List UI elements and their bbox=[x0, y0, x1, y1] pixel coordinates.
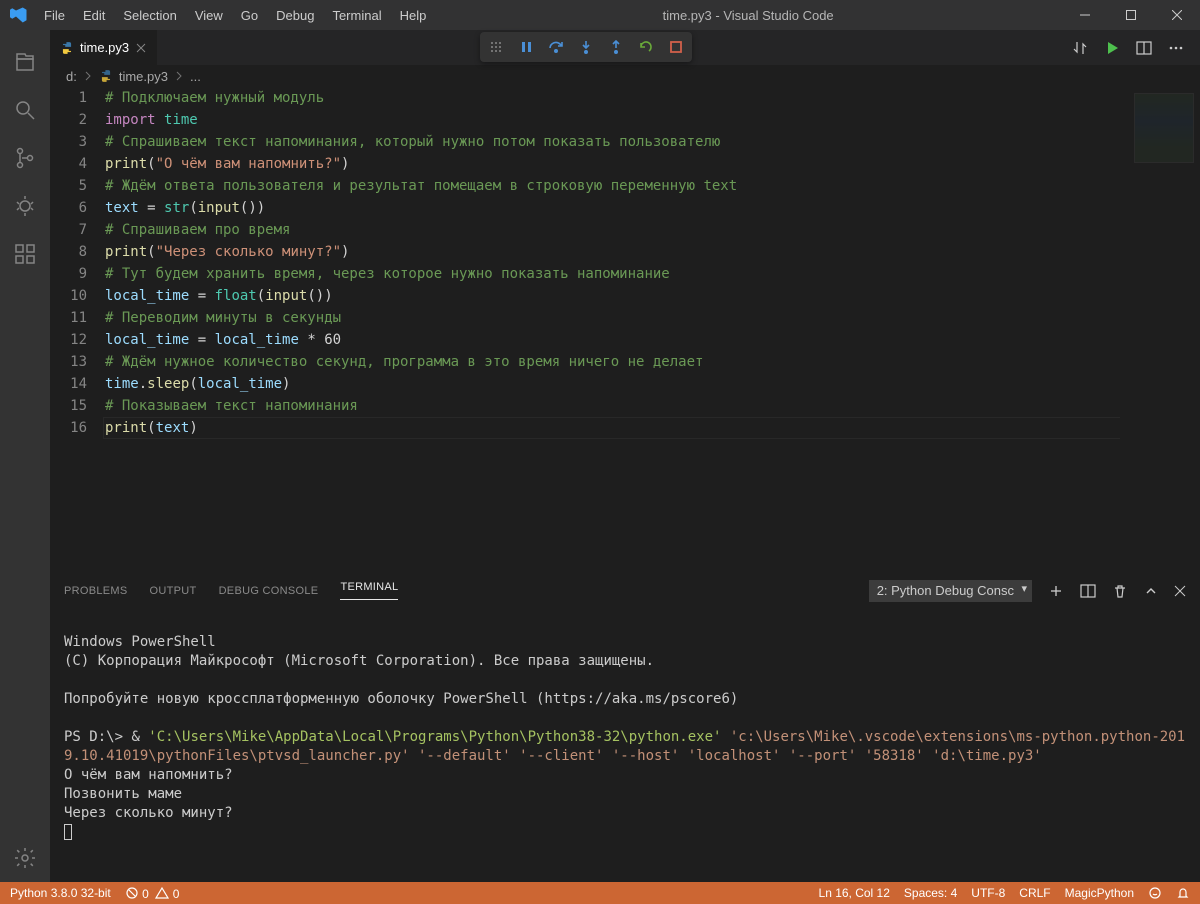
tab-output[interactable]: OUTPUT bbox=[150, 585, 197, 597]
extensions-icon[interactable] bbox=[0, 230, 50, 278]
notifications-icon[interactable] bbox=[1176, 886, 1190, 900]
menu-go[interactable]: Go bbox=[233, 5, 266, 26]
chevron-right-icon bbox=[174, 71, 184, 81]
terminal-select[interactable]: 2: Python Debug Consc bbox=[869, 580, 1032, 602]
status-language[interactable]: MagicPython bbox=[1065, 886, 1134, 900]
tab-problems[interactable]: PROBLEMS bbox=[64, 585, 128, 597]
editor-tab-label: time.py3 bbox=[80, 40, 129, 55]
window-controls bbox=[1062, 0, 1200, 30]
editor-actions bbox=[1072, 30, 1200, 65]
more-actions-icon[interactable] bbox=[1168, 40, 1184, 56]
minimize-button[interactable] bbox=[1062, 0, 1108, 30]
debug-pause-icon[interactable] bbox=[516, 37, 536, 57]
status-ln-col[interactable]: Ln 16, Col 12 bbox=[819, 886, 890, 900]
chevron-right-icon bbox=[83, 71, 93, 81]
status-eol[interactable]: CRLF bbox=[1019, 886, 1050, 900]
python-file-icon bbox=[99, 69, 113, 83]
source-control-icon[interactable] bbox=[0, 134, 50, 182]
title-bar: File Edit Selection View Go Debug Termin… bbox=[0, 0, 1200, 30]
kill-terminal-icon[interactable] bbox=[1112, 583, 1128, 599]
breadcrumb-ellipsis[interactable]: ... bbox=[190, 69, 201, 84]
status-problems[interactable]: 0 0 bbox=[125, 886, 180, 901]
menu-help[interactable]: Help bbox=[392, 5, 435, 26]
explorer-icon[interactable] bbox=[0, 38, 50, 86]
search-icon[interactable] bbox=[0, 86, 50, 134]
panel-tabs: PROBLEMS OUTPUT DEBUG CONSOLE TERMINAL 2… bbox=[50, 573, 1200, 608]
split-editor-icon[interactable] bbox=[1136, 40, 1152, 56]
debug-step-into-icon[interactable] bbox=[576, 37, 596, 57]
editor[interactable]: 12345678910111213141516 # Подключаем нуж… bbox=[50, 87, 1200, 572]
python-file-icon bbox=[60, 41, 74, 55]
breadcrumb[interactable]: d: time.py3 ... bbox=[50, 65, 1200, 87]
menu-edit[interactable]: Edit bbox=[75, 5, 113, 26]
status-python[interactable]: Python 3.8.0 32-bit bbox=[10, 886, 111, 900]
debug-grip-icon[interactable] bbox=[486, 37, 506, 57]
window-title: time.py3 - Visual Studio Code bbox=[434, 8, 1062, 23]
menu-debug[interactable]: Debug bbox=[268, 5, 322, 26]
menu-bar: File Edit Selection View Go Debug Termin… bbox=[36, 5, 434, 26]
split-terminal-icon[interactable] bbox=[1080, 583, 1096, 599]
debug-toolbar[interactable] bbox=[480, 32, 692, 62]
activity-bar bbox=[0, 30, 50, 882]
new-terminal-icon[interactable] bbox=[1048, 583, 1064, 599]
main-area: time.py3 d: time.py3 ... 123456789101112… bbox=[50, 30, 1200, 882]
vscode-logo-icon bbox=[10, 6, 28, 24]
debug-icon[interactable] bbox=[0, 182, 50, 230]
close-panel-icon[interactable] bbox=[1174, 585, 1186, 597]
tab-debug-console[interactable]: DEBUG CONSOLE bbox=[219, 585, 319, 597]
menu-selection[interactable]: Selection bbox=[115, 5, 184, 26]
breadcrumb-drive[interactable]: d: bbox=[66, 69, 77, 84]
terminal[interactable]: Windows PowerShell (C) Корпорация Майкро… bbox=[50, 608, 1200, 882]
menu-terminal[interactable]: Terminal bbox=[324, 5, 389, 26]
terminal-cursor bbox=[64, 824, 72, 840]
status-spaces[interactable]: Spaces: 4 bbox=[904, 886, 957, 900]
menu-file[interactable]: File bbox=[36, 5, 73, 26]
debug-step-over-icon[interactable] bbox=[546, 37, 566, 57]
maximize-panel-icon[interactable] bbox=[1144, 584, 1158, 598]
feedback-icon[interactable] bbox=[1148, 886, 1162, 900]
code-area[interactable]: # Подключаем нужный модульimport time# С… bbox=[105, 87, 1200, 572]
status-encoding[interactable]: UTF-8 bbox=[971, 886, 1005, 900]
debug-step-out-icon[interactable] bbox=[606, 37, 626, 57]
debug-restart-icon[interactable] bbox=[636, 37, 656, 57]
settings-gear-icon[interactable] bbox=[0, 834, 50, 882]
maximize-button[interactable] bbox=[1108, 0, 1154, 30]
close-button[interactable] bbox=[1154, 0, 1200, 30]
tab-terminal[interactable]: TERMINAL bbox=[340, 581, 398, 600]
status-bar: Python 3.8.0 32-bit 0 0 Ln 16, Col 12 Sp… bbox=[0, 882, 1200, 904]
tab-close-icon[interactable] bbox=[135, 42, 147, 54]
compare-changes-icon[interactable] bbox=[1072, 40, 1088, 56]
editor-tab[interactable]: time.py3 bbox=[50, 30, 157, 65]
run-icon[interactable] bbox=[1104, 40, 1120, 56]
breadcrumb-file[interactable]: time.py3 bbox=[119, 69, 168, 84]
editor-tab-bar: time.py3 bbox=[50, 30, 1200, 65]
minimap[interactable] bbox=[1120, 87, 1200, 572]
debug-stop-icon[interactable] bbox=[666, 37, 686, 57]
line-numbers: 12345678910111213141516 bbox=[50, 87, 105, 572]
panel: PROBLEMS OUTPUT DEBUG CONSOLE TERMINAL 2… bbox=[50, 572, 1200, 882]
menu-view[interactable]: View bbox=[187, 5, 231, 26]
